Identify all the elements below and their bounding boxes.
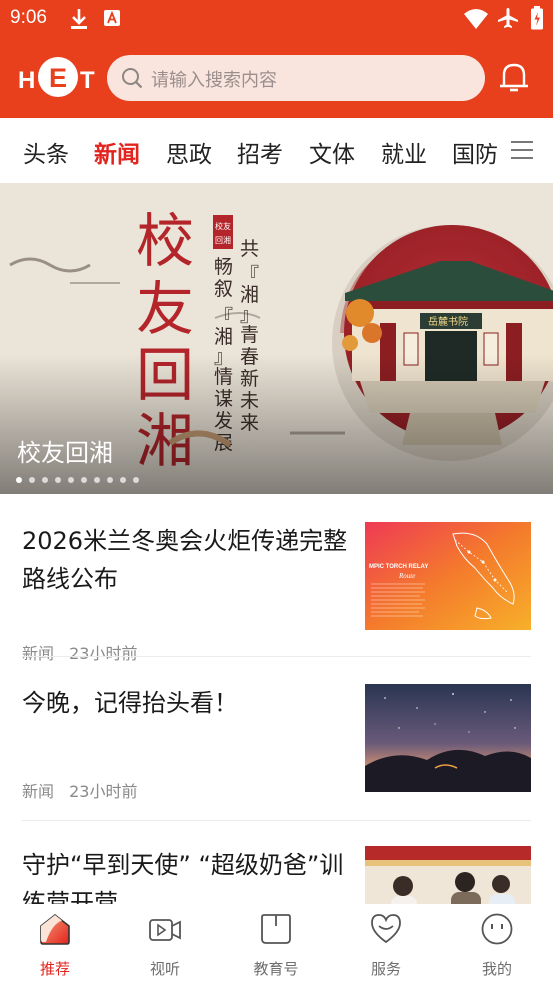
svg-text:T: T: [80, 67, 95, 94]
notification-bell-icon[interactable]: [498, 60, 530, 94]
news-thumbnail: [365, 846, 531, 904]
banner-caption: 校友回湘: [17, 439, 113, 467]
app-notification-icon: [104, 10, 120, 26]
news-item[interactable]: 2026米兰冬奥会火炬传递完整路线公布 新闻 23小时前 MPIC TORCH …: [22, 522, 531, 663]
carousel-dot[interactable]: [133, 477, 139, 483]
search-placeholder: 请输入搜索内容: [151, 70, 277, 91]
nav-label: 推荐: [39, 960, 70, 978]
tab-ideology[interactable]: 思政: [166, 135, 212, 169]
het-logo[interactable]: H E T: [18, 56, 98, 100]
tab-news[interactable]: 新闻: [94, 135, 140, 169]
search-icon: [122, 68, 143, 89]
category-tabs: 头条 新闻 思政 招考 文体 就业 国防: [0, 118, 553, 183]
nav-education-account[interactable]: 教育号: [236, 912, 316, 978]
status-bar: 9:06: [0, 0, 553, 38]
tab-employment[interactable]: 就业: [381, 135, 427, 169]
nav-profile[interactable]: 我的: [457, 912, 537, 978]
search-bar[interactable]: 请输入搜索内容: [107, 55, 485, 101]
news-meta: 新闻 23小时前: [22, 640, 147, 664]
nav-services[interactable]: 服务: [346, 912, 426, 978]
nav-label: 教育号: [253, 960, 299, 978]
nav-recommend[interactable]: 推荐: [15, 912, 95, 978]
tab-defense[interactable]: 国防: [452, 135, 497, 169]
news-title: 今晚，记得抬头看！: [22, 689, 238, 717]
news-thumbnail: [365, 684, 531, 792]
news-item[interactable]: 守护“早到天使” “超级奶爸”训练营开营: [22, 846, 531, 904]
news-list: 2026米兰冬奥会火炬传递完整路线公布 新闻 23小时前 MPIC TORCH …: [0, 494, 553, 904]
carousel-dot[interactable]: [120, 477, 126, 483]
app-header: 9:06 H E T 请输入搜索内容: [0, 0, 553, 118]
download-icon: [71, 9, 87, 29]
nav-label: 视听: [149, 960, 180, 978]
tab-culture-sports[interactable]: 文体: [309, 135, 355, 169]
news-category: 新闻: [22, 644, 55, 663]
carousel-dot[interactable]: [29, 477, 35, 483]
battery-icon: [531, 6, 543, 30]
nav-label: 服务: [370, 960, 401, 978]
svg-text:E: E: [49, 63, 67, 93]
news-thumbnail: MPIC TORCH RELAY Route: [365, 522, 531, 630]
tab-exams[interactable]: 招考: [237, 135, 283, 169]
news-meta: 新闻 23小时前: [22, 778, 147, 802]
news-category: 新闻: [22, 782, 55, 801]
nav-media[interactable]: 视听: [125, 912, 205, 978]
status-time: 9:06: [10, 7, 47, 28]
profile-icon: [481, 913, 513, 945]
news-time: 23小时前: [69, 782, 138, 801]
svg-text:MPIC TORCH RELAY: MPIC TORCH RELAY: [369, 564, 428, 570]
svg-text:H: H: [18, 67, 35, 94]
video-icon: [149, 919, 181, 941]
banner-carousel[interactable]: 校 友 回 湘 校友 回湘 畅叙 『湘』 情谋发展 共 『湘』 青春新未来: [0, 183, 553, 494]
airplane-mode-icon: [498, 8, 518, 28]
carousel-dot[interactable]: [94, 477, 100, 483]
bottom-navigation: 推荐 视听 教育号 服务 我的: [0, 904, 553, 984]
book-icon: [261, 914, 291, 944]
menu-icon[interactable]: [511, 140, 533, 160]
news-time: 23小时前: [69, 644, 138, 663]
news-item[interactable]: 今晚，记得抬头看！ 新闻 23小时前: [22, 684, 531, 801]
tab-strip: 头条 新闻 思政 招考 文体 就业 国防: [0, 118, 497, 183]
carousel-dot[interactable]: [16, 477, 22, 483]
divider: [22, 656, 531, 657]
carousel-dot[interactable]: [68, 477, 74, 483]
home-icon: [40, 913, 70, 945]
nav-label: 我的: [481, 960, 512, 978]
carousel-dot[interactable]: [55, 477, 61, 483]
wifi-icon: [464, 9, 488, 29]
svg-text:Route: Route: [398, 572, 415, 580]
news-title: 2026米兰冬奥会火炬传递完整路线公布: [22, 527, 348, 593]
carousel-dot[interactable]: [81, 477, 87, 483]
carousel-dot[interactable]: [42, 477, 48, 483]
divider: [22, 820, 531, 821]
heart-icon: [371, 914, 401, 944]
tab-headline[interactable]: 头条: [23, 135, 69, 169]
carousel-dot[interactable]: [107, 477, 113, 483]
news-title: 守护“早到天使” “超级奶爸”训练营开营: [22, 851, 344, 904]
